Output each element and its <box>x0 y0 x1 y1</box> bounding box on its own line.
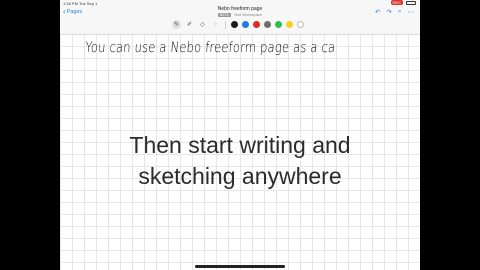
home-indicator[interactable] <box>195 265 285 268</box>
ipad-screen: 1:18 PM Tue Sep 1 REC ‹ Pages Nebo freef… <box>60 0 420 270</box>
top-toolbar: 1:18 PM Tue Sep 1 REC ‹ Pages Nebo freef… <box>60 0 420 35</box>
tool-palette: ✎ ✐ ◇ ◌ <box>172 20 304 29</box>
redo-icon[interactable]: ↷ <box>386 8 391 16</box>
color-swatch[interactable] <box>242 21 249 28</box>
workspace-name: Test Workspace <box>233 12 263 17</box>
color-swatch[interactable] <box>297 21 304 28</box>
caption-line-2: sketching anywhere <box>138 163 342 189</box>
handwritten-text[interactable]: You can use a Nebo freeform page as a ca <box>85 38 416 56</box>
search-icon[interactable]: ⌕ <box>398 8 402 16</box>
highlighter-tool-icon[interactable]: ✐ <box>185 20 194 29</box>
eraser-tool-icon[interactable]: ◇ <box>198 20 207 29</box>
battery-icon <box>406 0 416 5</box>
recording-badge: REC <box>390 0 403 5</box>
color-swatch[interactable] <box>231 21 238 28</box>
more-icon[interactable]: ⋯ <box>408 8 415 16</box>
toolbar-divider <box>225 20 226 29</box>
color-swatch[interactable] <box>286 21 293 28</box>
document-subtitle: BETA Test Workspace <box>60 12 420 17</box>
undo-icon[interactable]: ↶ <box>375 8 380 16</box>
beta-tag: BETA <box>217 13 231 17</box>
color-swatch[interactable] <box>275 21 282 28</box>
color-swatch[interactable] <box>253 21 260 28</box>
pen-tool-icon[interactable]: ✎ <box>172 20 181 29</box>
caption-line-1: Then start writing and <box>129 132 351 158</box>
status-indicators: REC <box>390 0 416 5</box>
caption-overlay: Then start writing and sketching anywher… <box>60 130 420 192</box>
color-swatch[interactable] <box>264 21 271 28</box>
right-actions: ↶ ↷ ⌕ ⋯ <box>375 8 414 16</box>
lasso-tool-icon[interactable]: ◌ <box>211 20 220 29</box>
